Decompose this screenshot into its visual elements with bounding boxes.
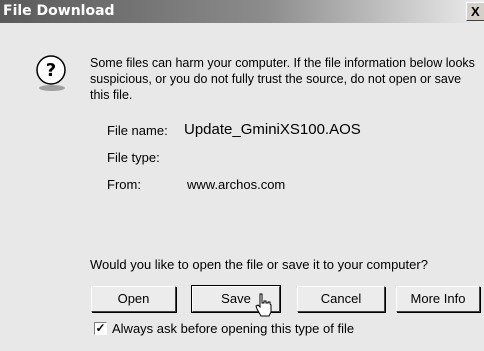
file-name-label: File name: xyxy=(107,123,168,138)
from-value: www.archos.com xyxy=(187,177,286,192)
open-button[interactable]: Open xyxy=(91,286,176,312)
close-icon: X xyxy=(471,4,480,19)
close-button[interactable]: X xyxy=(466,2,484,21)
file-name-value: Update_GminiXS100.AOS xyxy=(184,121,361,138)
cancel-button[interactable]: Cancel xyxy=(297,286,385,312)
hand-cursor-icon xyxy=(255,293,272,317)
always-ask-checkbox[interactable]: ✓ xyxy=(94,322,107,335)
file-type-label: File type: xyxy=(107,150,160,165)
svg-text:?: ? xyxy=(46,60,56,81)
question-text: Would you like to open the file or save … xyxy=(90,257,428,272)
title-bar[interactable]: File Download X xyxy=(0,0,484,23)
window-title: File Download xyxy=(3,3,115,19)
warning-text: Some files can harm your computer. If th… xyxy=(90,56,475,102)
question-icon: ? xyxy=(36,55,66,91)
from-label: From: xyxy=(107,177,141,192)
more-info-button[interactable]: More Info xyxy=(396,286,480,312)
checkmark-icon: ✓ xyxy=(95,321,106,335)
always-ask-label[interactable]: Always ask before opening this type of f… xyxy=(112,321,354,336)
